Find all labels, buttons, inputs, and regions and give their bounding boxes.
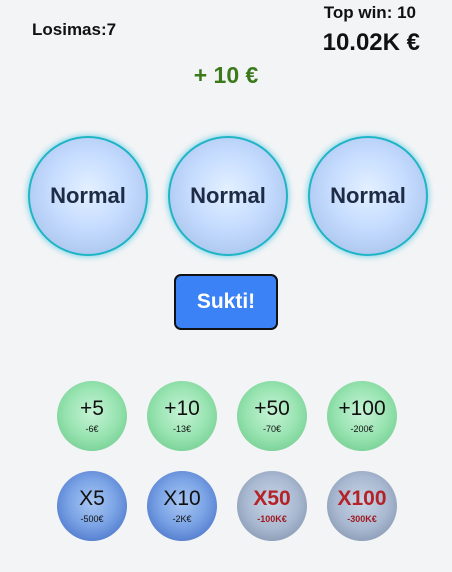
plays-counter: Losimas:7 xyxy=(32,20,117,39)
bet-cost: -70€ xyxy=(262,424,281,434)
bet-cost: -6€ xyxy=(85,424,99,434)
slot-reel-3: Normal xyxy=(308,136,428,256)
bet-x5-button[interactable]: X5 -500€ xyxy=(57,471,127,541)
bet-x10-button[interactable]: X10 -2K€ xyxy=(147,471,217,541)
slot-reel-2: Normal xyxy=(168,136,288,256)
bet-cost: -2K€ xyxy=(172,514,192,524)
bet-label: X5 xyxy=(79,487,105,510)
bet-label: X100 xyxy=(337,487,387,510)
slot-reel-1: Normal xyxy=(28,136,148,256)
bet-x100-button[interactable]: X100 -300K€ xyxy=(327,471,397,541)
balance-value: 10.02K € xyxy=(322,29,420,56)
bet-label: +10 xyxy=(164,397,200,420)
bet-cost: -100K€ xyxy=(257,514,287,524)
spin-button[interactable]: Sukti! xyxy=(174,274,278,330)
bet-label: +50 xyxy=(254,397,290,420)
top-win-label: Top win: 10 xyxy=(323,3,416,22)
bet-label: X50 xyxy=(253,487,291,510)
bet-label: X10 xyxy=(163,487,201,510)
bet-plus-50-button[interactable]: +50 -70€ xyxy=(237,381,307,451)
win-message: + 10 € xyxy=(193,62,259,88)
bet-cost: -500€ xyxy=(80,514,104,524)
bet-x50-button[interactable]: X50 -100K€ xyxy=(237,471,307,541)
bet-cost: -200€ xyxy=(350,424,374,434)
bet-plus-10-button[interactable]: +10 -13€ xyxy=(147,381,217,451)
bet-cost: -300K€ xyxy=(347,514,377,524)
bet-cost: -13€ xyxy=(172,424,191,434)
bet-label: +5 xyxy=(80,397,104,420)
bet-plus-100-button[interactable]: +100 -200€ xyxy=(327,381,397,451)
bet-plus-5-button[interactable]: +5 -6€ xyxy=(57,381,127,451)
top-win-panel: Top win: 10 10.02K € xyxy=(323,3,420,57)
bet-label: +100 xyxy=(338,397,386,420)
